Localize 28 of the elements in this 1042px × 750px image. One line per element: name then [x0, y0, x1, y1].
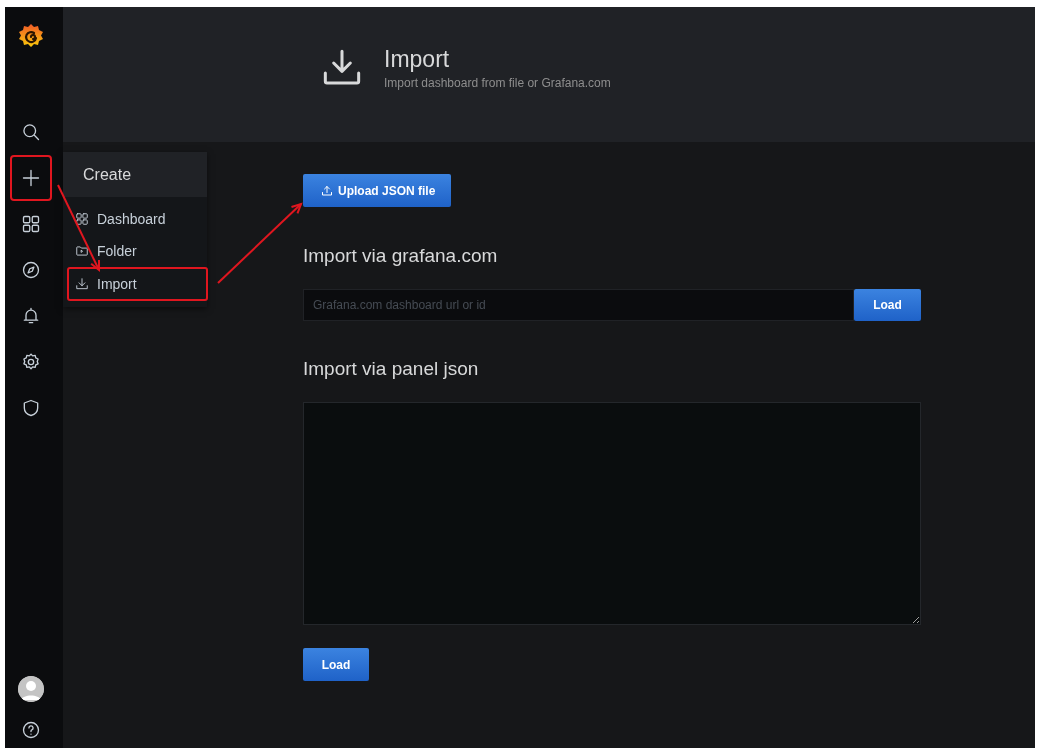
menu-item[interactable]: Folder [67, 235, 208, 267]
avatar-icon[interactable] [18, 676, 44, 702]
load-button[interactable]: Load [854, 289, 921, 321]
upload-icon [321, 184, 333, 197]
menu-item[interactable]: Import [67, 267, 208, 301]
search-icon [21, 122, 41, 142]
download-icon [322, 47, 362, 88]
download-icon [75, 277, 89, 291]
section-heading: Import via panel json [303, 358, 480, 380]
folder-icon [75, 244, 89, 258]
load-button[interactable]: Load [303, 648, 369, 681]
plus-icon [21, 168, 41, 188]
menu-title: Create [63, 152, 207, 197]
page-subtitle: Import dashboard from file or Grafana.com [384, 75, 611, 90]
settings-icon [21, 352, 41, 372]
help-icon [21, 720, 41, 740]
panel-json-field[interactable] [303, 402, 921, 625]
shield-icon [21, 398, 41, 418]
section-heading: Import via grafana.com [303, 245, 499, 267]
bell-icon [21, 306, 41, 326]
menu-item[interactable]: Dashboard [67, 203, 208, 235]
grid-icon [75, 212, 89, 226]
compass-icon [21, 260, 41, 280]
page-title: Import [384, 45, 451, 73]
dashboard-url-field[interactable]: Grafana.com dashboard url or id [303, 289, 854, 321]
upload-json-button[interactable]: Upload JSON file [303, 174, 452, 207]
plus-nav-button[interactable] [10, 155, 52, 201]
grid-icon [21, 214, 41, 234]
